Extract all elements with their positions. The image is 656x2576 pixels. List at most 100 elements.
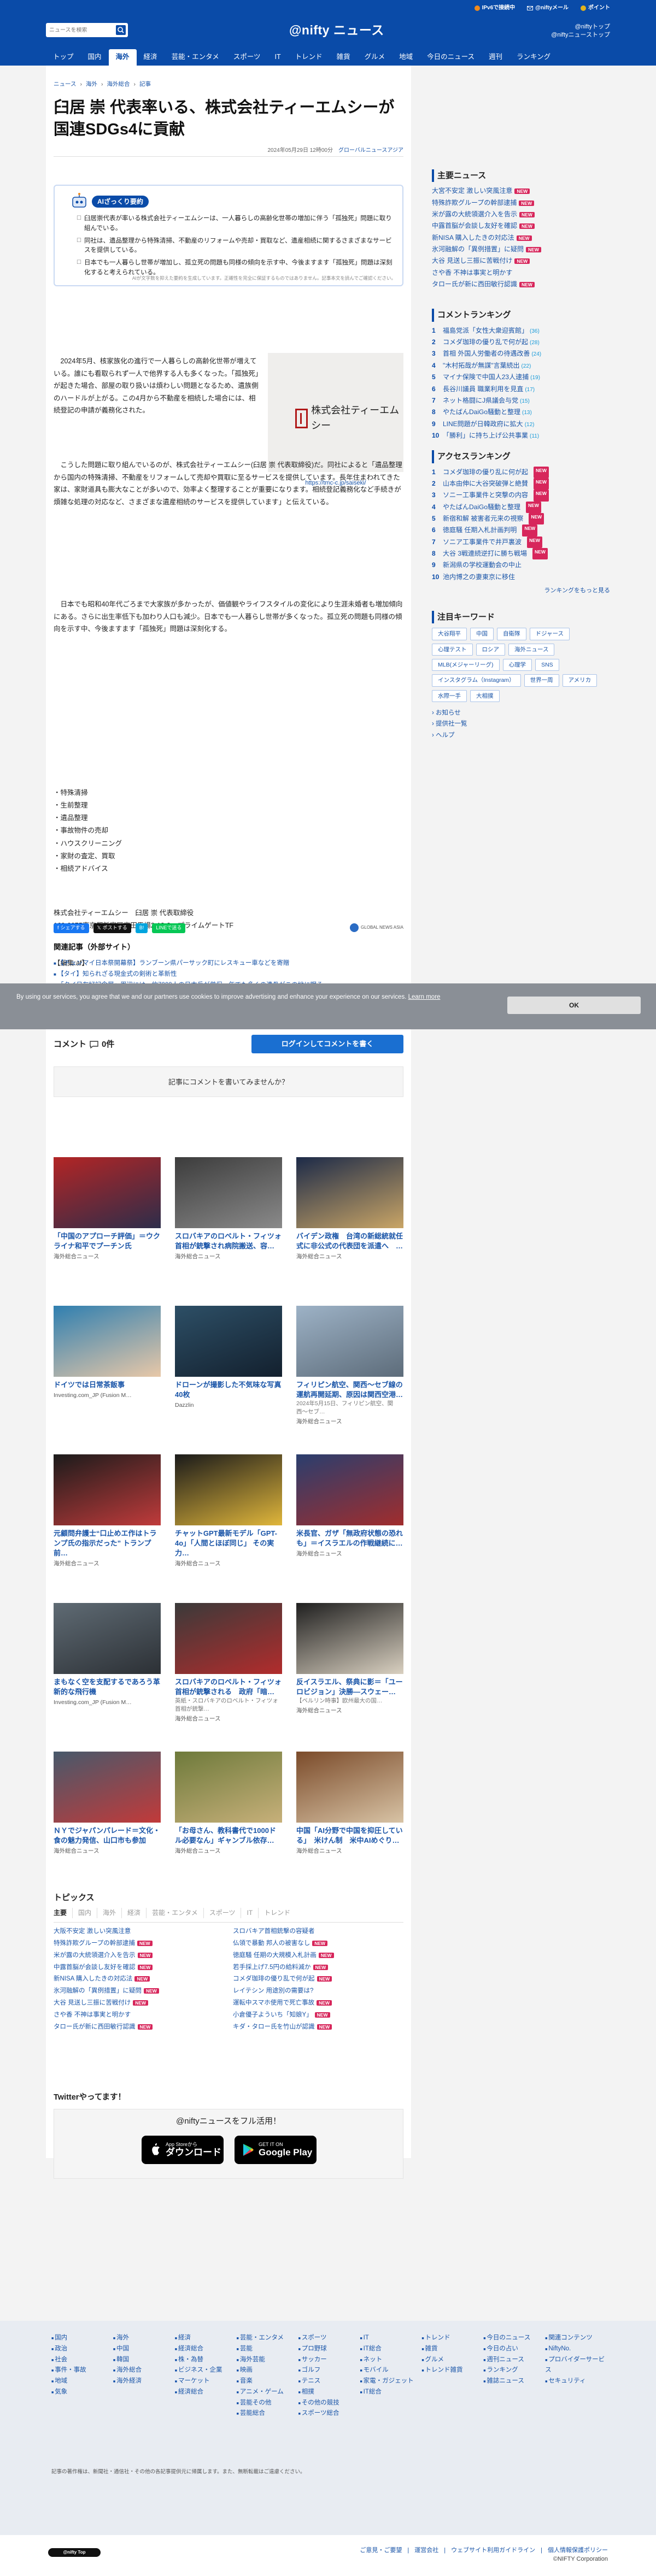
keyword-tag[interactable]: 自衛隊	[497, 628, 526, 640]
footer-link-item[interactable]: 音楽	[237, 2376, 298, 2387]
article-card[interactable]: 「中国のアプローチ評価」＝ウクライナ和平でプーチン氏 海外総合ニュース	[54, 1157, 161, 1261]
footer-link-item[interactable]: 家電・ガジェット	[360, 2376, 421, 2387]
article-thumbnail[interactable]	[296, 1752, 403, 1823]
comment-ranking-link[interactable]: ネット格闘にJ県議会与党 (15)	[443, 395, 530, 406]
notice-link[interactable]: ヘルプ	[436, 732, 455, 739]
topic-link[interactable]: 徳庭騒 任期の大規模入札計画	[233, 1952, 317, 1959]
main-news-item[interactable]: 大谷 見送し三振に苦戦付け NEW	[432, 255, 610, 267]
comment-ranking-link[interactable]: 福島党派「女性大衆迎賓館」 (36)	[443, 325, 540, 337]
footer-link-item[interactable]: 関連コンテンツ	[545, 2333, 607, 2344]
footer-link-item[interactable]: 経済総合	[175, 2344, 237, 2355]
article-card-title[interactable]: 元顧問弁護士“口止めエ作はトランプ氏の指示だった” トランプ前…	[54, 1529, 161, 1558]
topics-tab[interactable]: トレンド	[258, 1908, 296, 1918]
topic-link[interactable]: 特殊詐欺グループの幹部逮捕	[54, 1940, 135, 1947]
footer-link[interactable]: モバイル	[364, 2367, 389, 2373]
article-thumbnail[interactable]	[54, 1454, 161, 1525]
topic-item[interactable]: 大阪不安定 激しい突風注意	[54, 1926, 224, 1938]
footer-link[interactable]: 地域	[55, 2378, 67, 2384]
footer-link-item[interactable]: 芸能その他	[237, 2398, 298, 2409]
topic-item[interactable]: 大谷 見送し三振に苦戦付け NEW	[54, 1997, 224, 2009]
access-ranking-link[interactable]: 新宿和解 被害者元来の視察	[443, 513, 523, 524]
ipv6-link[interactable]: IPv6で接続中	[474, 3, 515, 13]
footer-link[interactable]: マーケット	[178, 2378, 210, 2384]
keyword-tag[interactable]: 水際一手	[432, 689, 467, 702]
footer-link-item[interactable]: スポーツ総合	[298, 2408, 360, 2419]
footer-link[interactable]: 映画	[240, 2367, 253, 2373]
access-ranking-item[interactable]: 4 やたばんDaiGo騒動と整理 NEW	[432, 501, 610, 514]
footer-logo[interactable]: @nifty Top	[48, 2548, 101, 2557]
footer-link-item[interactable]: 政治	[51, 2344, 113, 2355]
article-source[interactable]: グローバルニュースアジア	[338, 146, 403, 155]
footer-link[interactable]: 関連コンテンツ	[548, 2335, 593, 2341]
comment-ranking-item[interactable]: 5 マイナ保険で中国人23人逮捕 (19)	[432, 372, 610, 383]
footer-link-item[interactable]: 映画	[237, 2365, 298, 2376]
footer-link-item[interactable]: スポーツ	[298, 2333, 360, 2344]
topics-tab[interactable]: 経済	[121, 1908, 146, 1918]
footer-link-item[interactable]: ゴルフ	[298, 2365, 360, 2376]
footer-link-item[interactable]: サッカー	[298, 2355, 360, 2366]
cookie-ok-button[interactable]: OK	[507, 997, 641, 1014]
article-card[interactable]: 「お母さん、教科書代で1000ドル必要なん」ギャンブル依存… 海外総合ニュース	[175, 1752, 282, 1855]
footer-link[interactable]: 芸能総合	[240, 2410, 265, 2416]
access-ranking-link[interactable]: 徳庭騒 任期入札計画判明	[443, 524, 517, 536]
footer-link[interactable]: IT	[364, 2335, 369, 2341]
topic-item[interactable]: 特殊詐欺グループの幹部逮捕 NEW	[54, 1938, 224, 1950]
footer-link-item[interactable]: 事件・事故	[51, 2365, 113, 2376]
keyword-tag[interactable]: SNS	[535, 659, 559, 671]
footer-link[interactable]: ゴルフ	[302, 2367, 321, 2373]
nav-item[interactable]: 週刊	[482, 49, 509, 66]
footer-link-item[interactable]: プロ野球	[298, 2344, 360, 2355]
search-input[interactable]	[49, 27, 114, 33]
footer-link[interactable]: 事件・事故	[55, 2367, 86, 2373]
article-card-title[interactable]: 米長官、ガザ「無政府状態の恐れも」＝イスラエルの作戦継続に…	[296, 1529, 403, 1548]
facebook-share-button[interactable]: f シェアする	[54, 923, 89, 933]
main-news-item[interactable]: 大宮不安定 激しい突風注意 NEW	[432, 185, 610, 197]
nav-item[interactable]: IT	[267, 49, 288, 66]
article-card-title[interactable]: フィリピン航空、関西〜セブ線の運航再開延期、原因は関西空港…	[296, 1380, 403, 1400]
breadcrumb-item[interactable]: 海外	[86, 80, 97, 89]
footer-link[interactable]: 雑誌ニュース	[487, 2378, 524, 2384]
footer-link-item[interactable]: 地域	[51, 2376, 113, 2387]
google-play-button[interactable]: GET IT ON Google Play	[235, 2136, 317, 2164]
main-news-item[interactable]: 氷河融解の「異例措置」に疑問 NEW	[432, 244, 610, 255]
comment-ranking-item[interactable]: 10 「勝利」に持ち上げ公共事業 (11)	[432, 430, 610, 441]
footer-link-item[interactable]: アニメ・ゲーム	[237, 2387, 298, 2398]
main-news-link[interactable]: さや香 不神は事実と明かす	[432, 269, 512, 276]
topic-link[interactable]: 小倉優子よういち「知娘Y」	[233, 2012, 313, 2018]
main-news-link[interactable]: 大谷 見送し三振に苦戦付け	[432, 257, 512, 264]
article-thumbnail[interactable]	[296, 1603, 403, 1674]
footer-link[interactable]: 中国	[116, 2345, 129, 2352]
footer-link-item[interactable]: 韓国	[113, 2355, 175, 2366]
nifty-news-top-link[interactable]: @niftyニューストップ	[551, 31, 610, 39]
access-ranking-link[interactable]: 池内博之の妻東京に移住	[443, 571, 515, 583]
article-card-title[interactable]: ＮＹでジャパンパレード＝文化・食の魅力発信、山口市も参加	[54, 1826, 161, 1846]
footer-link-item[interactable]: 経済総合	[175, 2387, 237, 2398]
mail-link[interactable]: @niftyメール	[527, 3, 569, 13]
footer-link[interactable]: 海外芸能	[240, 2356, 265, 2363]
footer-link-item[interactable]: 芸能・エンタメ	[237, 2333, 298, 2344]
topic-item[interactable]: コメダ珈琲の優り乱で何が起 NEW	[233, 1973, 403, 1985]
article-thumbnail[interactable]	[175, 1454, 282, 1525]
footer-link-item[interactable]: トレンド雑貨	[421, 2365, 483, 2376]
footer-link[interactable]: セキュリティ	[548, 2378, 585, 2384]
article-thumbnail[interactable]	[175, 1603, 282, 1674]
footer-link[interactable]: 芸能・エンタメ	[240, 2335, 284, 2341]
main-news-link[interactable]: 米が露の大統領選介入を告示	[432, 210, 517, 218]
topics-tab[interactable]: 国内	[72, 1908, 97, 1918]
topics-tab[interactable]: 芸能・エンタメ	[146, 1908, 203, 1918]
topic-link[interactable]: 仏領で暴動 邦人の被害なし	[233, 1940, 310, 1947]
footer-link[interactable]: NiftyNo.	[548, 2345, 571, 2352]
main-news-link[interactable]: 大宮不安定 激しい突風注意	[432, 187, 512, 194]
footer-link[interactable]: 経済総合	[178, 2389, 203, 2395]
article-card[interactable]: まもなく空を支配するであろう革新的な飛行機 Investing.com_JP (F…	[54, 1603, 161, 1707]
keyword-tag[interactable]: ドジャース	[529, 628, 570, 640]
notice-link[interactable]: お知らせ	[436, 710, 461, 716]
footer-link[interactable]: 音楽	[240, 2378, 253, 2384]
topics-tab[interactable]: スポーツ	[203, 1908, 241, 1918]
nav-item[interactable]: グルメ	[358, 49, 393, 66]
footer-link-item[interactable]: テニス	[298, 2376, 360, 2387]
partner-badge[interactable]: GLOBAL NEWS ASIA	[350, 923, 403, 932]
comment-ranking-link[interactable]: "木村拓哉が無謀"言葉続出 (22)	[443, 360, 531, 372]
app-store-button[interactable]: App Storeから ダウンロード	[142, 2136, 224, 2164]
x-share-button[interactable]: 𝕏 ポストする	[93, 923, 131, 933]
